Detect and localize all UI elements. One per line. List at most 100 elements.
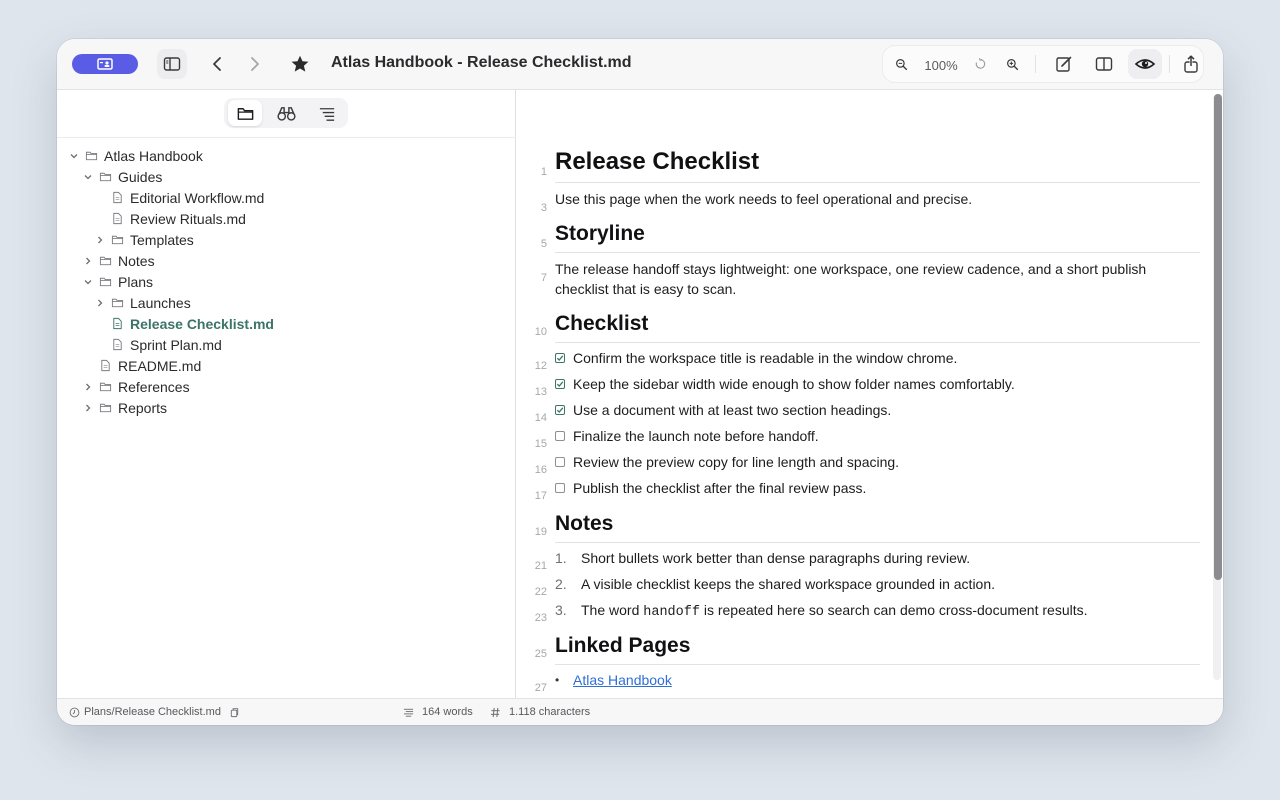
sidebar-toggle-icon: [163, 57, 181, 71]
tree-folder[interactable]: Notes: [57, 250, 516, 271]
zoom-out-button[interactable]: [886, 49, 916, 79]
share-button[interactable]: [1176, 49, 1206, 79]
chevron-right-icon[interactable]: [93, 233, 107, 247]
copy-path-icon[interactable]: [229, 707, 240, 718]
zoom-and-view-controls: 100%: [883, 46, 1203, 82]
list-item: 3. The word handoff is repeated here so s…: [555, 602, 1200, 620]
files-mode-button[interactable]: [228, 100, 262, 126]
checkbox-unchecked[interactable]: [555, 483, 565, 493]
tree-item-label: References: [118, 378, 190, 395]
split-view-button[interactable]: [1089, 49, 1119, 79]
tree-folder[interactable]: Reports: [57, 397, 516, 418]
tree-folder[interactable]: References: [57, 376, 516, 397]
checklist-item: Confirm the workspace title is readable …: [555, 350, 1200, 366]
toolbar: Atlas Handbook - Release Checklist.md 10…: [57, 39, 1223, 90]
tree-folder[interactable]: Atlas Handbook: [57, 145, 516, 166]
outline-mode-button[interactable]: [310, 100, 344, 126]
tree-item-label: Atlas Handbook: [104, 147, 203, 164]
document-icon: [110, 212, 124, 226]
file-path[interactable]: Plans/Release Checklist.md: [69, 706, 244, 718]
tree-file[interactable]: Sprint Plan.md: [57, 334, 516, 355]
tree-folder[interactable]: Guides: [57, 166, 516, 187]
character-count-label: 1.118 characters: [509, 706, 591, 718]
folder-icon: [110, 233, 124, 247]
zoom-reset-button[interactable]: [965, 49, 995, 79]
document-title: Release Checklist: [555, 148, 1200, 183]
line-number: 7: [540, 272, 547, 284]
line-number: 3: [540, 202, 547, 214]
line-number: 19: [534, 526, 547, 538]
tree-item-label: Plans: [118, 273, 154, 290]
zoom-in-button[interactable]: [997, 49, 1027, 79]
tree-item-label: Templates: [130, 231, 194, 248]
checkbox-checked[interactable]: [555, 405, 565, 415]
list-number: 2.: [555, 576, 567, 592]
app-window: Atlas Handbook - Release Checklist.md 10…: [57, 39, 1223, 725]
list-item: 2. A visible checklist keeps the shared w…: [555, 576, 1200, 592]
checklist-item-text: Confirm the workspace title is readable …: [573, 350, 958, 366]
forward-icon: [251, 57, 259, 71]
toolbar-divider: [1169, 55, 1170, 73]
linked-page-link[interactable]: Atlas Handbook: [573, 672, 672, 688]
chevron-right-icon[interactable]: [93, 296, 107, 310]
folder-icon: [98, 275, 112, 289]
preview-mode-button[interactable]: [1128, 49, 1162, 79]
outline-icon: [319, 107, 334, 121]
scrollbar[interactable]: [1213, 94, 1222, 680]
list-number: 3.: [555, 602, 567, 618]
chevron-down-icon[interactable]: [81, 170, 95, 184]
tree-folder[interactable]: Plans: [57, 271, 516, 292]
line-number: 17: [534, 490, 547, 502]
tree-file[interactable]: Editorial Workflow.md: [57, 187, 516, 208]
chevron-right-icon[interactable]: [81, 380, 95, 394]
folder-icon: [110, 296, 124, 310]
sidebar-toggle-button[interactable]: [157, 49, 187, 79]
chevron-down-icon[interactable]: [67, 149, 81, 163]
line-number: 13: [534, 386, 547, 398]
line-number: 12: [534, 360, 547, 372]
favorite-button[interactable]: [285, 49, 315, 79]
checklist-item: Review the preview copy for line length …: [555, 454, 1200, 470]
list-item-text: Short bullets work better than dense par…: [581, 550, 971, 566]
search-mode-button[interactable]: [269, 100, 303, 126]
line-number: 1: [540, 166, 547, 178]
scrollbar-thumb[interactable]: [1214, 94, 1222, 580]
zoom-level: 100%: [924, 58, 958, 73]
tree-folder[interactable]: Launches: [57, 292, 516, 313]
tree-item-label: Review Rituals.md: [130, 210, 246, 227]
sidebar-header-divider: [57, 137, 516, 138]
forward-button[interactable]: [239, 49, 269, 79]
edit-icon: [1056, 56, 1072, 72]
checkbox-checked[interactable]: [555, 353, 565, 363]
tree-item-label: Guides: [118, 168, 163, 185]
line-number: 15: [534, 438, 547, 450]
section-heading-notes: Notes: [555, 512, 1200, 543]
line-number: 21: [534, 560, 547, 572]
tree-file[interactable]: Review Rituals.md: [57, 208, 516, 229]
back-button[interactable]: [203, 49, 233, 79]
chevron-right-icon[interactable]: [81, 401, 95, 415]
edit-mode-button[interactable]: [1049, 49, 1079, 79]
tree-file[interactable]: Release Checklist.md: [57, 313, 516, 334]
list-number: 1.: [555, 550, 567, 566]
checkbox-unchecked[interactable]: [555, 457, 565, 467]
folder-icon: [98, 401, 112, 415]
section-heading-checklist: Checklist: [555, 312, 1200, 343]
text-lines-icon: [403, 708, 414, 717]
tree-folder[interactable]: Templates: [57, 229, 516, 250]
tree-file[interactable]: README.md: [57, 355, 516, 376]
workspace-switcher-icon: [97, 58, 113, 70]
section-heading-linked-pages: Linked Pages: [555, 634, 1200, 665]
chevron-down-icon[interactable]: [81, 275, 95, 289]
checkbox-checked[interactable]: [555, 379, 565, 389]
chevron-right-icon[interactable]: [81, 254, 95, 268]
folder-icon: [84, 149, 98, 163]
folder-icon: [98, 254, 112, 268]
checkbox-unchecked[interactable]: [555, 431, 565, 441]
workspace-switcher-button[interactable]: [72, 54, 138, 74]
line-number: 14: [534, 412, 547, 424]
toolbar-divider: [1035, 55, 1036, 73]
line-number: 25: [534, 648, 547, 660]
zoom-in-icon: [1006, 58, 1018, 70]
zoom-out-icon: [895, 58, 907, 70]
